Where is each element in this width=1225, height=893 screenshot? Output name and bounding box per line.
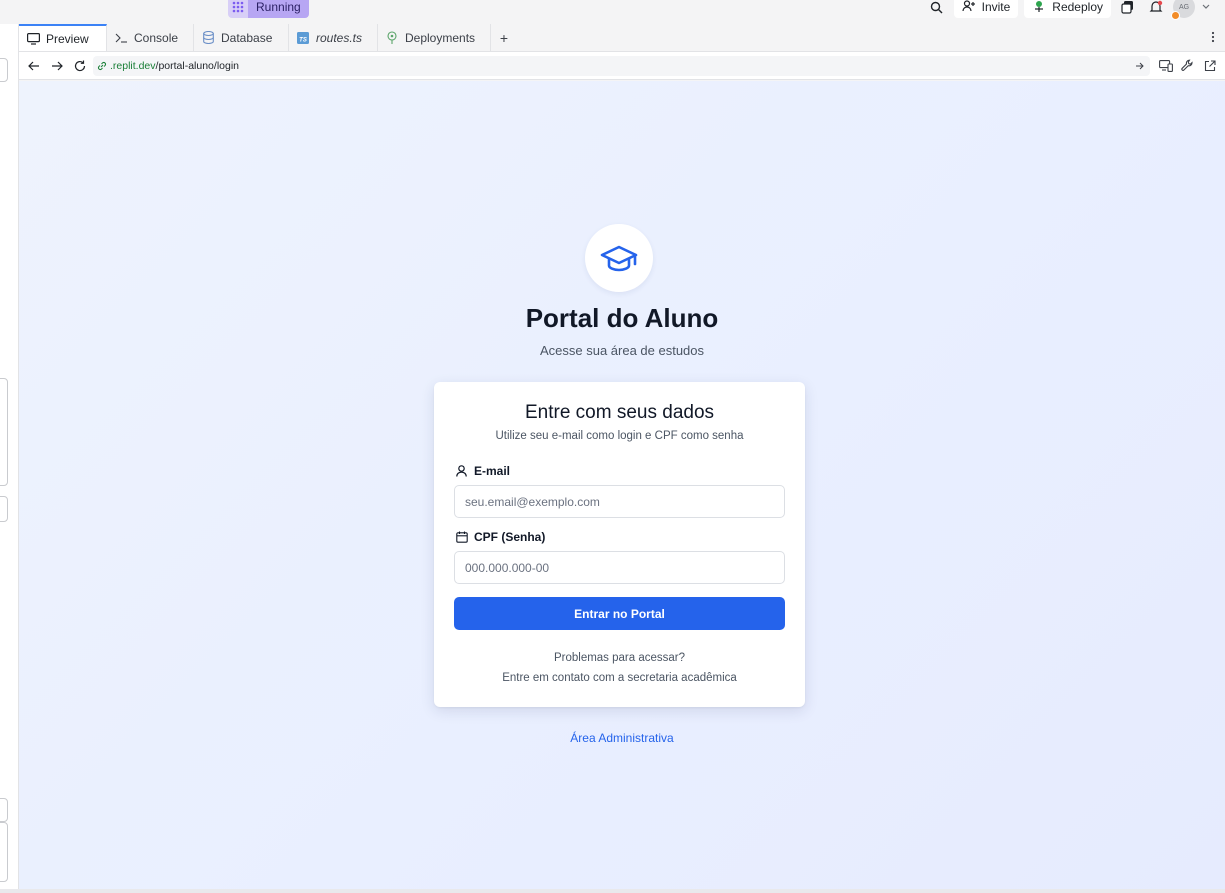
cpf-password-field[interactable] [454,551,785,584]
add-user-icon [962,0,976,15]
admin-area-link[interactable]: Área Administrativa [19,731,1225,745]
redeploy-button[interactable]: Redeploy [1024,0,1111,18]
plus-icon: + [499,29,509,46]
link-icon [97,61,107,71]
preview-url-bar: .replit.dev /portal-aluno/login [19,52,1225,80]
avatar-initials: AG [1178,3,1190,11]
database-icon [201,31,215,45]
email-field[interactable] [454,485,785,518]
left-panel-control-bottom[interactable] [0,798,8,822]
left-panel-control[interactable] [0,58,8,82]
cpf-label: CPF (Senha) [455,530,545,544]
external-link-icon[interactable] [1200,56,1219,75]
tab-preview[interactable]: Preview [19,24,107,51]
typescript-file-icon: TS [296,31,310,45]
back-arrow-icon[interactable] [22,52,45,80]
tab-deployments[interactable]: Deployments [378,24,491,51]
avatar-status-dot [1171,11,1180,20]
deployments-icon [385,31,399,45]
url-host: .replit.dev [110,59,156,72]
tab-label: routes.ts [316,30,363,45]
page-subtitle: Acesse sua área de estudos [539,343,705,358]
forward-arrow-icon[interactable] [45,52,68,80]
bottom-edge [0,889,1225,893]
tab-label: Console [134,30,179,45]
user-icon [455,465,468,478]
email-label: E-mail [455,464,510,478]
left-panel-input[interactable] [0,378,8,486]
panels-icon[interactable] [1117,0,1139,18]
notification-bell-icon[interactable] [1145,0,1167,18]
topbar-actions: Invite Redeploy AG [926,0,1211,20]
devices-icon[interactable] [1156,56,1175,75]
graduation-cap-icon [600,243,638,273]
deploy-icon [1032,0,1046,16]
terminal-icon [114,31,128,45]
graduation-cap-logo [585,224,653,292]
invite-label: Invite [981,0,1011,14]
running-badge: Running [248,0,309,18]
tab-label: Database [221,30,273,45]
login-submit-button[interactable]: Entrar no Portal [454,597,785,630]
user-avatar[interactable]: AG [1171,0,1195,20]
cpf-label-text: CPF (Senha) [474,530,546,544]
card-subtitle: Utilize seu e-mail como login e CPF como… [495,430,744,442]
search-icon[interactable] [926,0,948,18]
run-status[interactable]: Running [228,0,309,18]
more-vertical-icon [1211,30,1215,46]
workspace-topbar: Running Invite Redeploy AG [0,0,1225,24]
tab-label: Deployments [405,30,476,45]
new-tab-button[interactable]: + [491,24,517,51]
invite-button[interactable]: Invite [953,0,1019,18]
go-arrow-icon[interactable] [1132,62,1146,70]
login-card: Entre com seus dados Utilize seu e-mail … [434,382,805,707]
url-tools [1150,56,1225,75]
calendar-icon [455,531,468,544]
url-field[interactable]: .replit.dev /portal-aluno/login [93,55,1150,76]
tabs-more-button[interactable] [1201,24,1225,51]
chevron-down-icon[interactable] [1201,0,1211,18]
url-path: /portal-aluno/login [155,59,240,72]
email-label-text: E-mail [474,464,511,478]
card-title: Entre com seus dados [524,402,715,423]
preview-viewport: Portal do Aluno Acesse sua área de estud… [19,81,1225,889]
help-contact-text: Entre em contato com a secretaria acadêm… [502,672,737,684]
tab-label: Preview [46,31,89,46]
left-panel-area-bottom[interactable] [0,822,8,882]
tab-database[interactable]: Database [194,24,289,51]
help-question: Problemas para acessar? [553,652,686,664]
wrench-icon[interactable] [1178,56,1197,75]
svg-text:TS: TS [299,37,307,43]
tab-routes-ts[interactable]: TS routes.ts [289,24,378,51]
apps-grid-icon [228,0,248,18]
tab-console[interactable]: Console [107,24,194,51]
redeploy-label: Redeploy [1052,0,1103,14]
page-title: Portal do Aluno [525,303,719,333]
left-panel-edge [0,24,19,893]
monitor-icon [26,32,40,46]
left-panel-field[interactable] [0,496,8,522]
reload-icon[interactable] [68,52,91,80]
workspace-tabs: Preview Console Database TS routes.ts De… [19,24,1225,52]
